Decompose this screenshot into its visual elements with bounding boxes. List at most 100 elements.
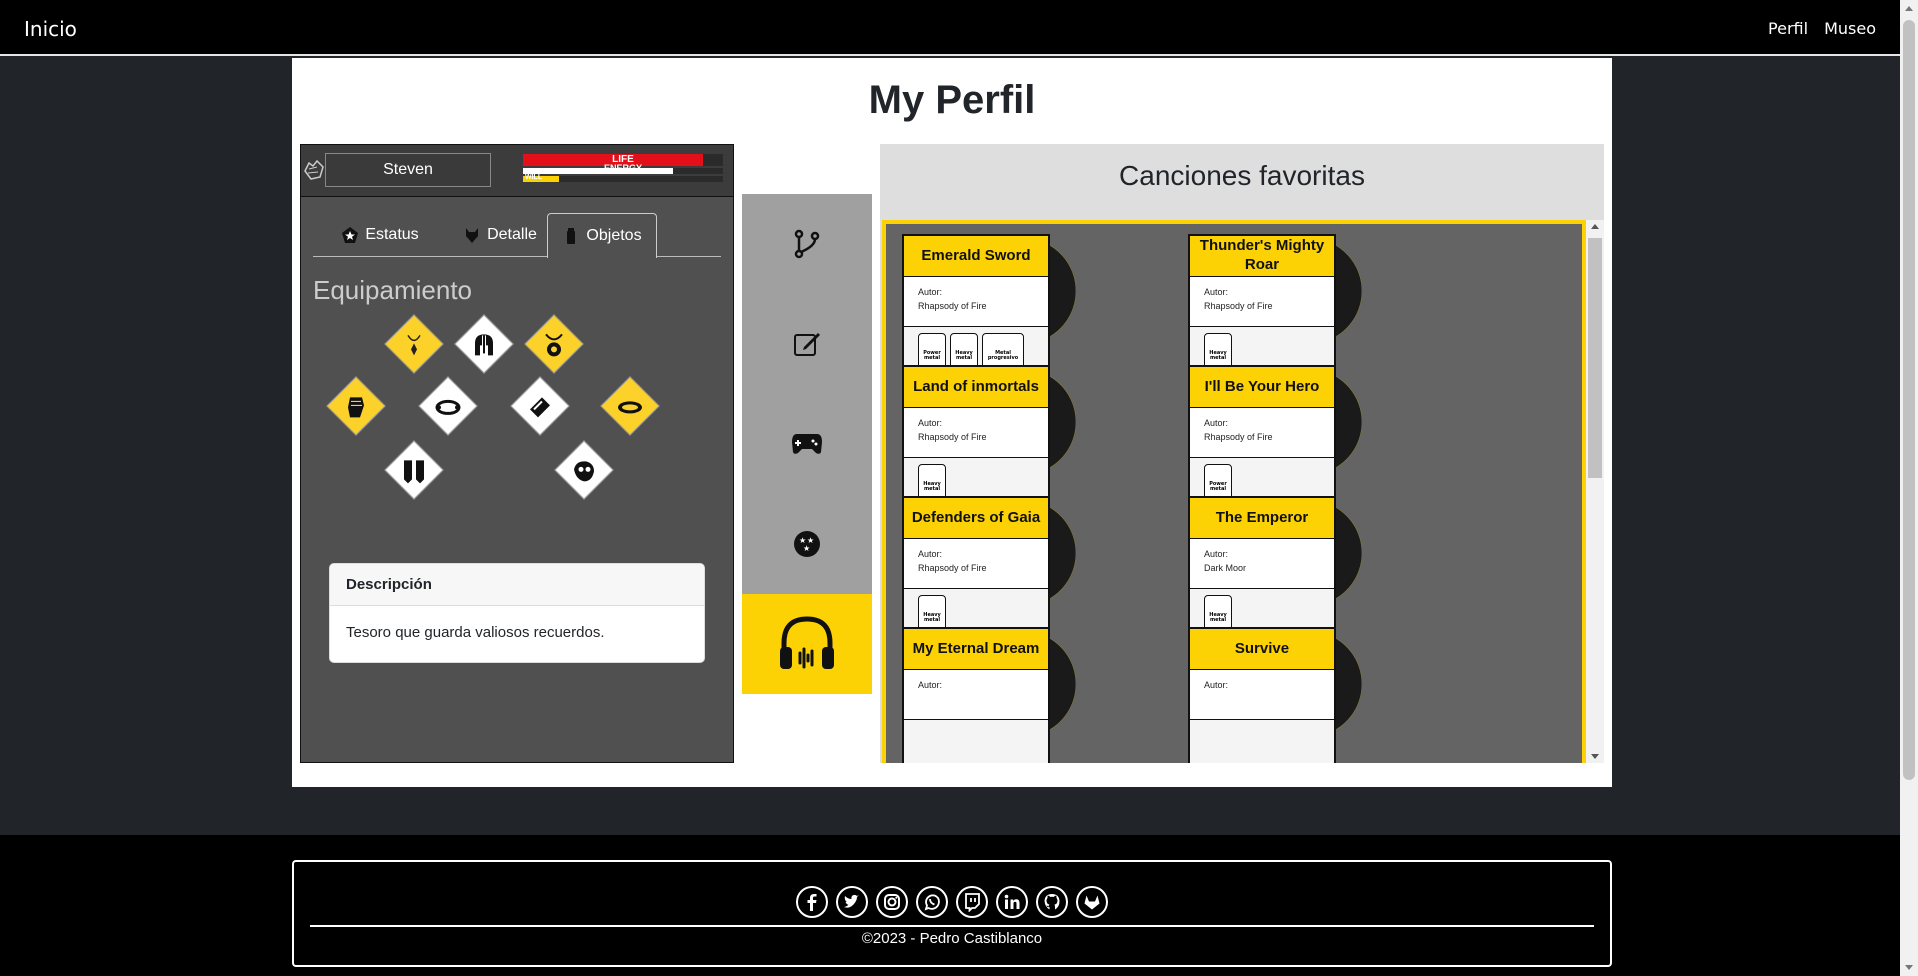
helmet-slot[interactable] xyxy=(454,314,514,374)
twitter-link[interactable] xyxy=(836,885,868,918)
copyright-text: ©2023 - Pedro Castiblanco xyxy=(861,930,1043,947)
instagram-link[interactable] xyxy=(876,885,908,918)
songs-list[interactable]: Emerald Sword Autor: Rhapsody of Fire Power… xyxy=(882,220,1586,763)
scroll-up-arrow[interactable] xyxy=(1905,6,1913,11)
song-title: Defenders of Gaia xyxy=(904,498,1048,539)
nav-link-museo[interactable]: Museo xyxy=(1824,19,1876,38)
tab-objetos[interactable]: Objetos xyxy=(547,213,657,258)
song-info: Autor: xyxy=(904,670,1048,720)
headphones-icon xyxy=(780,616,834,669)
songs-scroll-down[interactable] xyxy=(1591,754,1599,759)
ball-stars-icon: ★ ★★ xyxy=(794,531,820,557)
ring-slot[interactable] xyxy=(600,376,660,436)
song-title: Thunder's Mighty Roar xyxy=(1190,236,1334,277)
author-label: Autor: xyxy=(918,549,943,559)
gitlab-link[interactable] xyxy=(1076,885,1108,918)
gauntlet-icon xyxy=(348,397,364,418)
social-links xyxy=(310,878,1594,927)
pentagon-star-icon xyxy=(342,227,359,243)
necklace-slot[interactable] xyxy=(384,314,444,374)
mask-slot[interactable] xyxy=(554,440,614,500)
song-title: Emerald Sword xyxy=(904,236,1048,277)
favorite-songs-panel: Canciones favoritas Emerald Sword Autor: R… xyxy=(880,144,1604,763)
songs-scroll-up[interactable] xyxy=(1591,224,1599,229)
page-scrollbar[interactable] xyxy=(1900,0,1918,976)
song-author: Rhapsody of Fire xyxy=(918,432,987,443)
wolf-head-icon xyxy=(466,228,479,243)
git-branch-icon xyxy=(794,229,820,259)
brand-link[interactable]: Inicio xyxy=(24,17,77,41)
sidebar-button-repos[interactable] xyxy=(742,194,872,294)
section-title: Equipamiento xyxy=(313,275,472,305)
description-text: Tesoro que guarda valiosos recuerdos. xyxy=(346,624,605,641)
bracer-icon xyxy=(530,397,550,418)
tab-detalle-label: Detalle xyxy=(487,226,537,243)
song-title: I'll Be Your Hero xyxy=(1190,367,1334,408)
song-author: Rhapsody of Fire xyxy=(1204,301,1273,312)
sidebar-button-edit[interactable] xyxy=(742,294,872,394)
song-info: Autor: xyxy=(1190,670,1334,720)
song-title: Survive xyxy=(1190,629,1334,670)
sidebar-button-music[interactable] xyxy=(742,594,872,694)
song-info: Autor: Rhapsody of Fire xyxy=(904,539,1048,589)
tab-detalle[interactable]: Detalle xyxy=(445,213,555,257)
footer-box: ©2023 - Pedro Castiblanco xyxy=(292,860,1612,967)
author-label: Autor: xyxy=(918,680,943,690)
author-label: Autor: xyxy=(1204,287,1229,297)
author-label: Autor: xyxy=(1204,680,1229,690)
tab-estatus-label: Estatus xyxy=(365,226,419,243)
greaves-icon xyxy=(404,460,424,484)
page-title: My Perfil xyxy=(868,78,1036,122)
bracelet-slot[interactable] xyxy=(418,376,478,436)
bracer-slot[interactable] xyxy=(510,376,570,436)
song-author: Rhapsody of Fire xyxy=(918,563,987,574)
twitch-link[interactable] xyxy=(956,885,988,918)
necklace-icon xyxy=(407,335,421,356)
scroll-thumb[interactable] xyxy=(1903,20,1915,780)
profile-container: My Perfil Steven LIFE ENERGY WILL Estatu… xyxy=(292,58,1612,787)
character-header: Steven LIFE ENERGY WILL xyxy=(301,145,733,197)
flask-icon xyxy=(567,228,576,244)
songs-scrollbar[interactable] xyxy=(1586,220,1604,763)
helmet-icon xyxy=(475,334,493,356)
sidebar-button-games[interactable] xyxy=(742,394,872,494)
sidebar-button-anime[interactable]: ★ ★ ★ xyxy=(742,494,872,594)
song-title: Land of inmortals xyxy=(904,367,1048,408)
description-card: Descripción Tesoro que guarda valiosos r… xyxy=(329,563,705,663)
gitlab-icon xyxy=(1084,895,1100,909)
song-info: Autor: Rhapsody of Fire xyxy=(1190,277,1334,327)
will-bar-label: WILL xyxy=(525,174,543,181)
genre-tags xyxy=(1190,720,1334,763)
edit-icon xyxy=(794,333,820,356)
facebook-icon xyxy=(807,893,817,911)
song-item[interactable]: Survive Autor: xyxy=(1188,627,1368,763)
nav-links: Perfil Museo xyxy=(1768,19,1876,38)
whatsapp-link[interactable] xyxy=(916,885,948,918)
amulet-icon xyxy=(545,333,563,357)
tab-estatus[interactable]: Estatus xyxy=(325,213,435,257)
song-card[interactable]: Survive Autor: xyxy=(1188,627,1336,763)
mask-icon xyxy=(574,461,594,482)
song-card[interactable]: My Eternal Dream Autor: xyxy=(902,627,1050,763)
linkedin-link[interactable] xyxy=(996,885,1028,918)
character-tabs: Estatus Detalle Objetos xyxy=(313,213,721,258)
song-author: Rhapsody of Fire xyxy=(1204,432,1273,443)
bracelet-icon xyxy=(435,399,461,415)
song-title: The Emperor xyxy=(1190,498,1334,539)
author-label: Autor: xyxy=(1204,418,1229,428)
instagram-icon xyxy=(884,893,900,910)
genre-tags xyxy=(904,720,1048,763)
github-link[interactable] xyxy=(1036,885,1068,918)
songs-scroll-thumb[interactable] xyxy=(1588,238,1602,478)
song-info: Autor: Rhapsody of Fire xyxy=(904,408,1048,458)
song-item[interactable]: My Eternal Dream Autor: xyxy=(902,627,1082,763)
description-title: Descripción xyxy=(330,564,704,606)
gamepad-icon xyxy=(792,434,822,454)
greaves-slot[interactable] xyxy=(384,440,444,500)
amulet-slot[interactable] xyxy=(524,314,584,374)
scroll-down-arrow[interactable] xyxy=(1905,965,1913,970)
nav-link-perfil[interactable]: Perfil xyxy=(1768,19,1808,38)
gauntlet-slot[interactable] xyxy=(326,376,386,436)
facebook-link[interactable] xyxy=(796,885,828,918)
wolf-emblem-icon xyxy=(304,159,324,180)
